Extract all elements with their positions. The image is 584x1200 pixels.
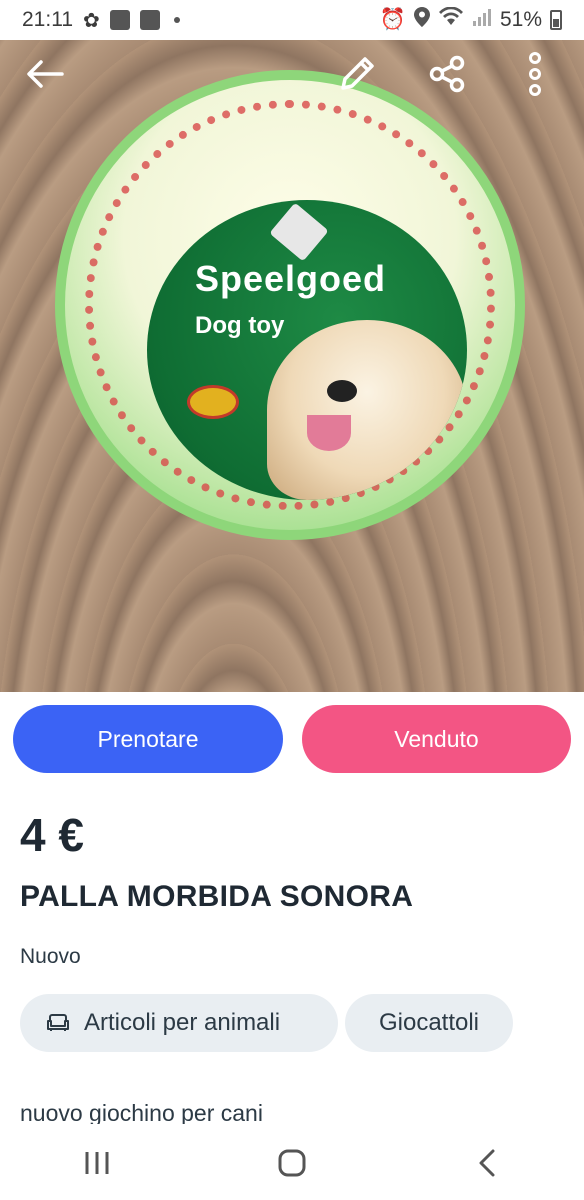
status-bar: 21:11 ✿ ⏰ 51% [0,0,584,40]
status-right: ⏰ 51% [379,6,562,33]
more-vertical-icon[interactable] [515,52,555,96]
reserve-button[interactable]: Prenotare [13,705,283,773]
status-time: 21:11 [22,8,73,31]
more-notifications-dot-icon [173,17,180,23]
product-image-carousel[interactable]: Speelgoed Dog toy [0,40,584,692]
product-photo-clip [269,202,329,262]
alarm-icon: ⏰ [379,8,406,31]
back-arrow-icon[interactable] [25,54,65,94]
edit-pencil-icon[interactable] [337,54,377,94]
listing-title: PALLA MORBIDA SONORA [20,880,414,913]
product-label-subtitle: Dog toy [195,312,285,339]
system-navigation-bar [0,1126,584,1200]
status-left: 21:11 ✿ [22,8,180,33]
sold-button[interactable]: Venduto [302,705,571,773]
product-label-title: Speelgoed [195,258,387,299]
sofa-icon [46,1013,70,1033]
signal-icon [472,7,492,33]
category-chip-label: Giocattoli [378,1009,480,1036]
product-photo-label: Speelgoed Dog toy [147,200,467,500]
location-icon [413,7,430,33]
share-icon[interactable] [427,54,467,94]
brand-logo-badge [187,385,239,419]
notification-flower-icon: ✿ [83,9,100,32]
product-photo-dog [267,320,467,500]
back-icon[interactable] [457,1138,517,1188]
listing-price: 4 € [20,809,84,861]
recent-apps-icon[interactable] [67,1138,127,1188]
wifi-icon [438,6,464,33]
listing-description: nuovo giochino per cani [20,1100,263,1124]
notification-app-icon [139,10,160,30]
category-chip-label: Articoli per animali [84,1009,281,1036]
home-icon[interactable] [262,1138,322,1188]
category-chip-pets[interactable]: Articoli per animali [20,994,338,1052]
listing-condition: Nuovo [20,945,81,968]
battery-icon [550,10,562,30]
notification-app-icon [109,10,130,30]
category-chip-toys[interactable]: Giocattoli [345,994,513,1052]
battery-percentage: 51% [499,8,542,31]
